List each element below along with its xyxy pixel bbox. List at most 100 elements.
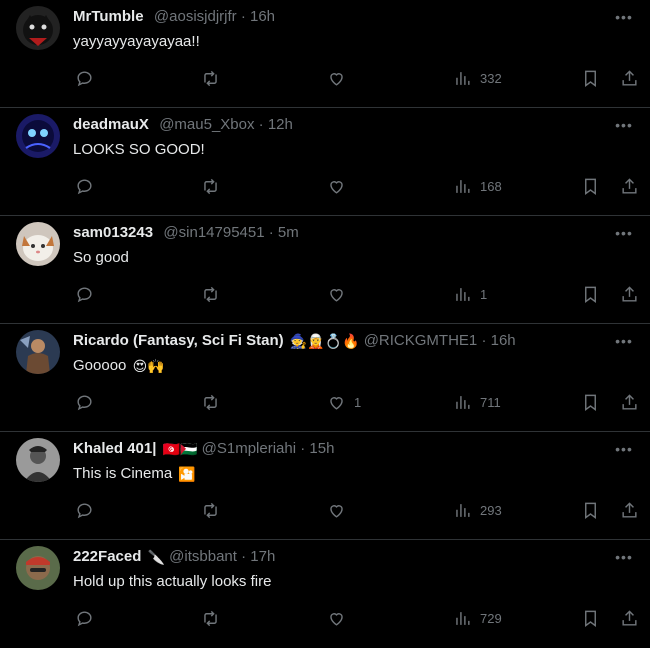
like-button[interactable]	[327, 606, 354, 630]
reply-icon	[77, 502, 92, 518]
action-bar: 293	[73, 498, 638, 522]
views-button[interactable]: 293	[453, 498, 502, 522]
avatar[interactable]	[16, 546, 60, 590]
reply-button[interactable]	[75, 606, 94, 630]
retweet-icon	[204, 394, 217, 410]
like-button[interactable]	[327, 66, 354, 90]
action-bar: 332	[73, 66, 638, 90]
user-handle[interactable]: @sin14795451	[163, 224, 264, 241]
tweet[interactable]: Khaled 401| 🇹🇳🇵🇸 @S1mpleriahi · 15h ••• …	[0, 432, 650, 540]
display-name[interactable]: 222Faced	[73, 548, 141, 565]
share-button[interactable]	[620, 498, 639, 522]
like-button[interactable]	[327, 282, 354, 306]
views-button[interactable]: 168	[453, 174, 502, 198]
share-button[interactable]	[620, 606, 639, 630]
avatar[interactable]	[16, 6, 60, 50]
display-name[interactable]: Khaled 401|	[73, 440, 156, 457]
share-button[interactable]	[620, 66, 639, 90]
timestamp[interactable]: 17h	[250, 548, 275, 565]
views-button[interactable]: 711	[453, 390, 501, 414]
reply-button[interactable]	[75, 390, 94, 414]
reply-button[interactable]	[75, 66, 94, 90]
bookmark-button[interactable]	[581, 606, 600, 630]
avatar[interactable]	[16, 114, 60, 158]
display-name[interactable]: deadmauX	[73, 116, 149, 133]
tweet[interactable]: 222Faced 🔪 @itsbbant · 17h ••• Hold up t…	[0, 540, 650, 648]
separator-dot: ·	[241, 548, 247, 565]
timestamp[interactable]: 12h	[268, 116, 293, 133]
reply-button[interactable]	[75, 498, 94, 522]
view-count: 168	[480, 178, 502, 194]
like-button[interactable]: 1	[327, 390, 361, 414]
more-icon[interactable]: •••	[612, 438, 636, 460]
tweet[interactable]: sam013243 @sin14795451 · 5m ••• So good …	[0, 216, 650, 324]
more-icon[interactable]: •••	[612, 6, 636, 28]
tweet-header: Khaled 401| 🇹🇳🇵🇸 @S1mpleriahi · 15h	[73, 439, 600, 460]
reply-feed: MrTumble @aosisjdjrjfr · 16h ••• yayyayy…	[0, 0, 650, 648]
share-button[interactable]	[620, 174, 639, 198]
text-emojis: 🎦	[178, 467, 196, 483]
timestamp[interactable]: 16h	[250, 8, 275, 25]
timestamp[interactable]: 16h	[491, 332, 516, 349]
avatar[interactable]	[16, 330, 60, 374]
retweet-icon	[204, 70, 217, 86]
action-bar: 1	[73, 282, 638, 306]
view-count: 293	[480, 502, 502, 518]
bookmark-icon	[585, 502, 596, 519]
retweet-button[interactable]	[201, 174, 220, 198]
bookmark-button[interactable]	[581, 174, 600, 198]
retweet-button[interactable]	[201, 282, 220, 306]
reply-icon	[77, 610, 92, 626]
bookmark-button[interactable]	[581, 390, 600, 414]
analytics-icon	[456, 287, 470, 301]
bookmark-icon	[585, 70, 596, 87]
display-name[interactable]: MrTumble	[73, 8, 144, 25]
like-button[interactable]	[327, 174, 354, 198]
user-handle[interactable]: @mau5_Xbox	[159, 116, 254, 133]
user-handle[interactable]: @itsbbant	[169, 548, 237, 565]
bookmark-button[interactable]	[581, 282, 600, 306]
tweet[interactable]: Ricardo (Fantasy, Sci Fi Stan) 🧙🧝💍🔥 @RIC…	[0, 324, 650, 432]
user-handle[interactable]: @S1mpleriahi	[202, 440, 296, 457]
user-handle[interactable]: @aosisjdjrjfr	[154, 8, 237, 25]
more-icon[interactable]: •••	[612, 330, 636, 352]
views-button[interactable]: 332	[453, 66, 502, 90]
timestamp[interactable]: 5m	[278, 224, 299, 241]
bookmark-button[interactable]	[581, 66, 600, 90]
reply-button[interactable]	[75, 282, 94, 306]
view-count: 1	[480, 286, 488, 302]
display-name[interactable]: Ricardo (Fantasy, Sci Fi Stan)	[73, 332, 284, 349]
display-name[interactable]: sam013243	[73, 224, 153, 241]
like-count: 1	[354, 394, 362, 410]
tweet-text: So good	[73, 249, 129, 266]
avatar[interactable]	[16, 438, 60, 482]
tweet-header: MrTumble @aosisjdjrjfr · 16h	[73, 7, 600, 27]
more-icon[interactable]: •••	[612, 222, 636, 244]
view-count: 711	[480, 394, 501, 410]
tweet[interactable]: MrTumble @aosisjdjrjfr · 16h ••• yayyayy…	[0, 0, 650, 108]
views-button[interactable]: 1	[453, 282, 487, 306]
bookmark-button[interactable]	[581, 498, 600, 522]
bookmark-icon	[585, 178, 596, 195]
share-button[interactable]	[620, 282, 639, 306]
reply-button[interactable]	[75, 174, 94, 198]
views-button[interactable]: 729	[453, 606, 502, 630]
more-icon[interactable]: •••	[612, 546, 636, 568]
timestamp[interactable]: 15h	[309, 440, 334, 457]
separator-dot: ·	[268, 224, 274, 241]
more-icon[interactable]: •••	[612, 114, 636, 136]
avatar[interactable]	[16, 222, 60, 266]
like-button[interactable]	[327, 498, 354, 522]
tweet-text: LOOKS SO GOOD!	[73, 141, 205, 158]
tweet-header: sam013243 @sin14795451 · 5m	[73, 223, 600, 243]
retweet-button[interactable]	[201, 66, 220, 90]
retweet-button[interactable]	[201, 390, 220, 414]
retweet-button[interactable]	[201, 498, 220, 522]
user-handle[interactable]: @RICKGMTHE1	[364, 332, 478, 349]
separator-dot: ·	[481, 332, 487, 349]
share-icon	[622, 393, 637, 410]
tweet[interactable]: deadmauX @mau5_Xbox · 12h ••• LOOKS SO G…	[0, 108, 650, 216]
retweet-button[interactable]	[201, 606, 220, 630]
share-icon	[622, 69, 637, 86]
share-button[interactable]	[620, 390, 639, 414]
